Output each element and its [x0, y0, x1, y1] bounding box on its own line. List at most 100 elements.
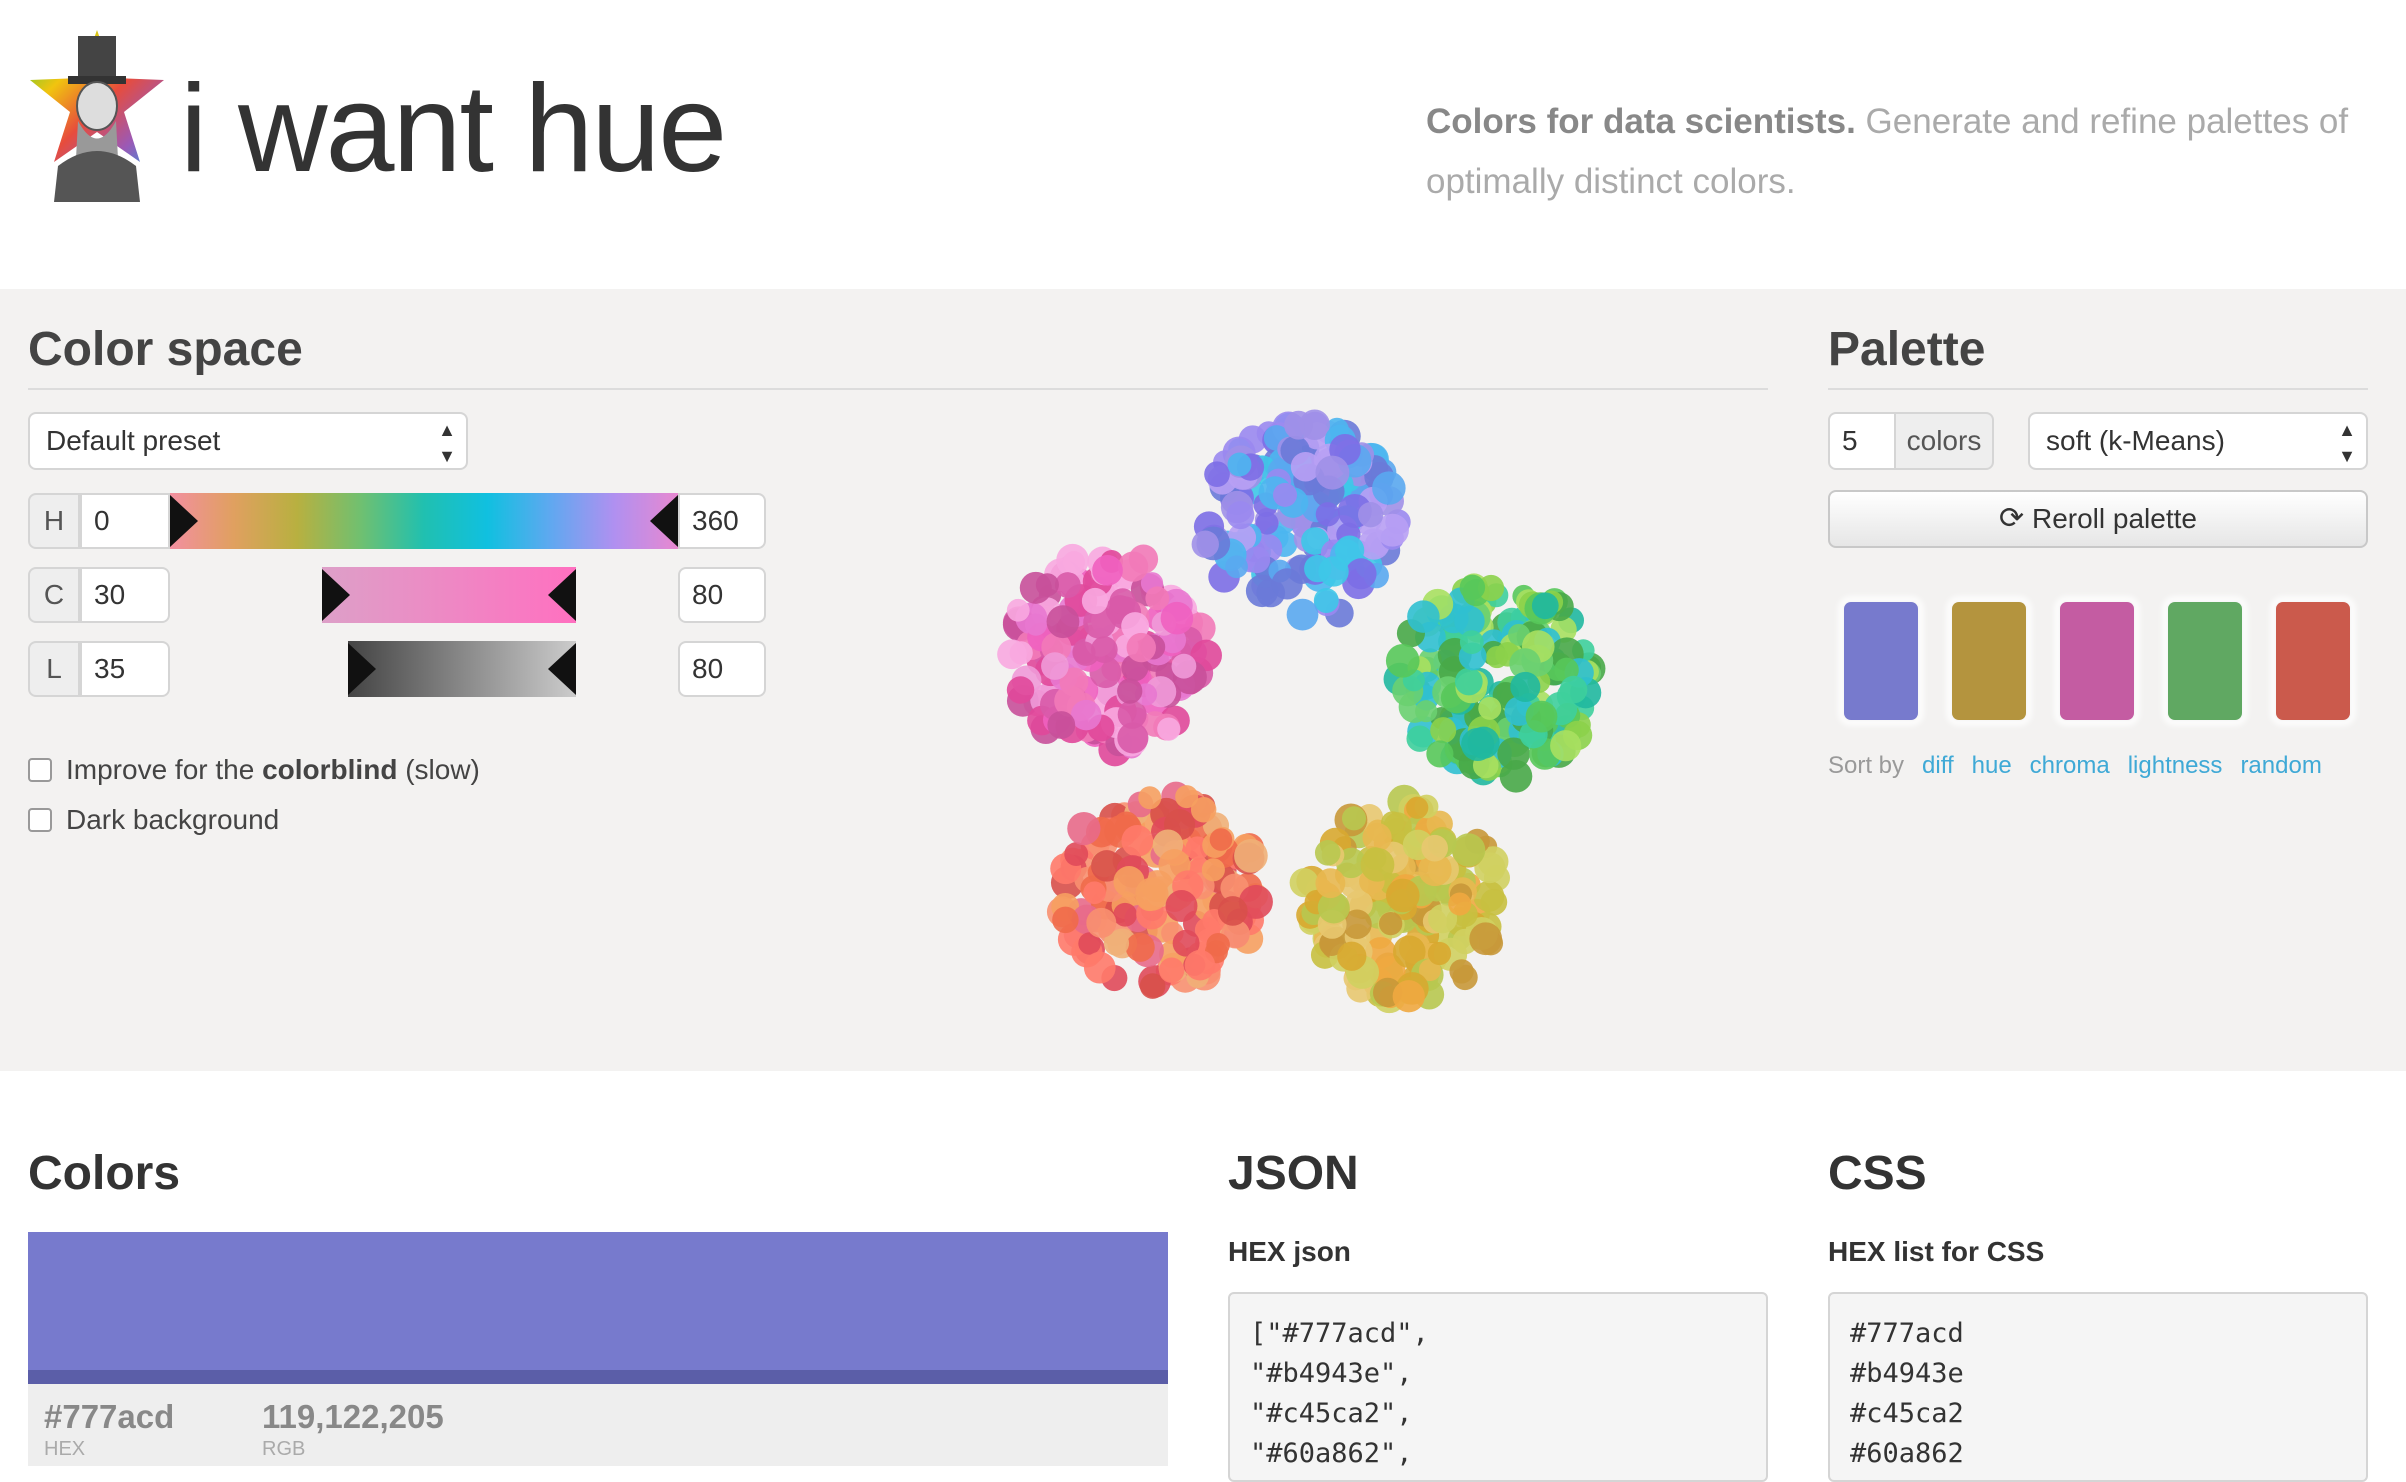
dark-background-label: Dark background	[66, 804, 280, 835]
cluster-point	[1191, 530, 1219, 558]
cluster-point	[1117, 678, 1143, 704]
palette-swatch[interactable]	[2168, 602, 2242, 720]
cluster-point	[1315, 868, 1346, 899]
cluster-point	[1090, 636, 1118, 664]
cluster-point	[1284, 410, 1313, 440]
cluster-point	[1070, 699, 1102, 731]
cluster-point	[1385, 878, 1420, 913]
cluster-point	[1052, 906, 1079, 934]
cluster-point	[1047, 711, 1076, 739]
checkbox-box[interactable]	[28, 758, 52, 782]
cluster-point	[1363, 847, 1387, 870]
cluster-point	[1062, 550, 1086, 574]
lightness-min-handle[interactable]	[348, 643, 376, 695]
select-arrows-icon: ▲ ▼	[438, 420, 456, 466]
cluster-point	[1485, 645, 1509, 669]
lightness-min-input[interactable]: 35	[80, 641, 170, 697]
cluster-point	[1478, 696, 1502, 720]
cluster-point	[1461, 727, 1495, 762]
cluster-point	[1209, 828, 1233, 851]
sort-label: Sort by	[1828, 752, 1905, 779]
json-code-box[interactable]: ["#777acd", "#b4943e", "#c45ca2", "#60a8…	[1228, 1292, 1768, 1482]
sort-lightness-link[interactable]: lightness	[2128, 752, 2223, 779]
cluster-point	[1226, 501, 1255, 530]
reroll-palette-button[interactable]: ⟳ Reroll palette	[1828, 490, 2368, 548]
color-space-heading: Color space	[28, 323, 303, 376]
lightness-max-input[interactable]: 80	[678, 641, 766, 697]
sort-random-link[interactable]: random	[2240, 752, 2321, 779]
preset-select[interactable]: Default preset ▲ ▼	[28, 412, 468, 470]
cluster-point	[1157, 717, 1181, 741]
color-rgb-value: 119,122,205	[262, 1398, 444, 1435]
cluster-point	[1092, 555, 1123, 586]
cluster-point	[1227, 452, 1252, 477]
sort-diff-link[interactable]: diff	[1922, 752, 1954, 779]
color-hex-value: #777acd	[44, 1398, 175, 1435]
cluster-point	[1006, 676, 1035, 704]
cluster-point	[1510, 671, 1541, 702]
cluster-point	[1024, 613, 1047, 636]
checkbox-box[interactable]	[28, 808, 52, 832]
sort-chroma-link[interactable]: chroma	[2030, 752, 2110, 779]
hue-label: H	[28, 493, 80, 549]
palette-swatch[interactable]	[2276, 602, 2350, 720]
cluster-point	[1315, 455, 1350, 490]
palette-swatch[interactable]	[2060, 602, 2134, 720]
algorithm-select[interactable]: soft (k-Means) ▲ ▼	[2028, 412, 2368, 470]
preset-value: Default preset	[46, 425, 221, 456]
cluster-point	[1341, 806, 1367, 831]
hue-max-input[interactable]: 360	[678, 493, 766, 549]
lightness-range-slider[interactable]	[348, 641, 576, 697]
css-code-box[interactable]: #777acd #b4943e #c45ca2 #60a862	[1828, 1292, 2368, 1482]
color-count-unit: colors	[1894, 412, 1994, 470]
cluster-point	[1271, 568, 1303, 600]
chroma-range-slider[interactable]	[322, 567, 576, 623]
lightness-max-handle[interactable]	[548, 643, 576, 695]
cluster-point	[1064, 842, 1089, 867]
cluster-point	[1234, 838, 1268, 873]
cluster-point	[1313, 588, 1339, 613]
color-rgb-label: RGB	[262, 1438, 306, 1460]
hue-max-handle[interactable]	[650, 495, 678, 547]
cluster-point	[1225, 555, 1248, 579]
chroma-min-input[interactable]: 30	[80, 567, 170, 623]
cluster-point	[1204, 461, 1230, 488]
app-title: i want hue	[180, 60, 727, 198]
hue-range-slider[interactable]	[170, 493, 678, 549]
palette-swatch[interactable]	[1952, 602, 2026, 720]
css-subtitle: HEX list for CSS	[1828, 1236, 2045, 1267]
chroma-min-handle[interactable]	[322, 569, 350, 621]
divider	[28, 388, 1768, 390]
sort-hue-link[interactable]: hue	[1972, 752, 2012, 779]
cluster-point	[1175, 785, 1199, 809]
cluster-point	[1385, 643, 1420, 678]
palette-swatch[interactable]	[1844, 602, 1918, 720]
chroma-max-handle[interactable]	[548, 569, 576, 621]
cluster-point	[1286, 598, 1319, 631]
cluster-point	[1469, 922, 1503, 956]
chroma-max-input[interactable]: 80	[678, 567, 766, 623]
cluster-point	[1158, 957, 1185, 983]
cluster-point	[1272, 482, 1298, 507]
json-subtitle: HEX json	[1228, 1236, 1351, 1267]
algorithm-value: soft (k-Means)	[2046, 425, 2225, 456]
palette-heading: Palette	[1828, 323, 1986, 376]
dark-background-checkbox[interactable]: Dark background	[28, 804, 279, 836]
cluster-point	[1448, 892, 1472, 916]
color-count-input[interactable]: 5	[1828, 412, 1896, 470]
cluster-point	[1392, 980, 1425, 1013]
cluster-point	[1531, 592, 1559, 620]
hue-min-handle[interactable]	[170, 495, 198, 547]
cluster-point	[1459, 574, 1486, 601]
cluster-point	[1290, 451, 1321, 482]
colorblind-label: Improve for the colorblind (slow)	[66, 754, 480, 786]
color-hex-label: HEX	[44, 1438, 86, 1460]
cluster-point	[1454, 667, 1483, 696]
cluster-point	[1121, 825, 1154, 857]
cluster-point	[1337, 941, 1367, 971]
hue-min-input[interactable]: 0	[80, 493, 170, 549]
cluster-point	[1035, 573, 1059, 597]
colorblind-checkbox[interactable]: Improve for the colorblind (slow)	[28, 754, 480, 786]
color-swatch-shade	[28, 1370, 1168, 1384]
cluster-point	[1559, 675, 1588, 704]
